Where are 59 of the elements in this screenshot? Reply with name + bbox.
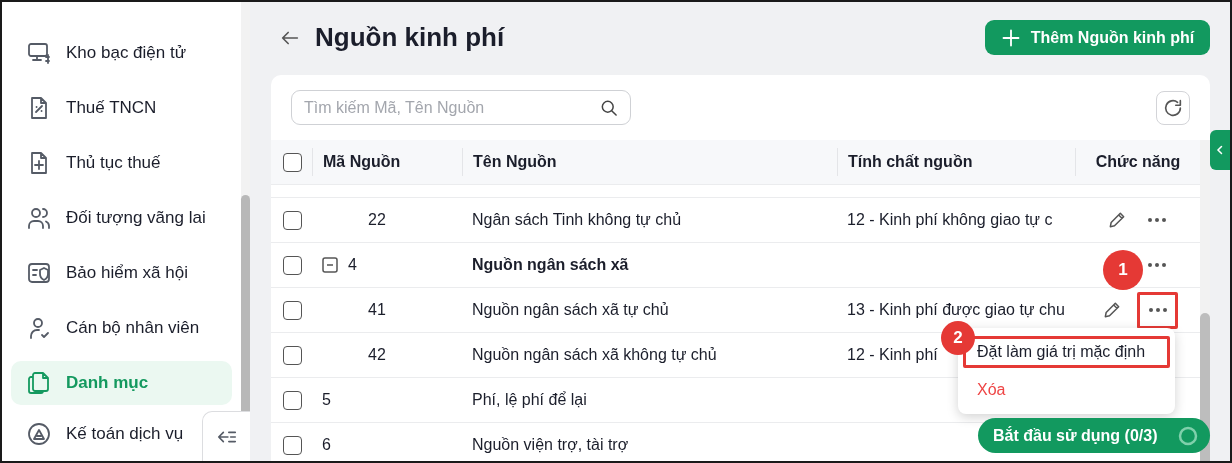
more-icon <box>1147 217 1167 223</box>
sidebar-item[interactable]: Bảo hiểm xã hội <box>11 251 232 295</box>
menu-item[interactable]: Xóa <box>963 374 1170 406</box>
table-cell: Nguồn viện trợ, tài trợ <box>472 436 629 454</box>
users-icon <box>27 206 51 230</box>
table-cell: 5 <box>322 391 331 409</box>
collapse-icon[interactable] <box>322 257 338 273</box>
column-header: Chức năng <box>1095 153 1181 171</box>
collapse-sidebar-button[interactable] <box>202 411 250 461</box>
table-cell: 12 - Kinh phí không giao tự c <box>847 211 1053 229</box>
table-cell: Nguồn ngân sách xã không tự chủ <box>472 346 717 364</box>
sidebar-item[interactable]: Đối tượng vãng lai <box>11 196 232 240</box>
scrollbar-thumb[interactable] <box>241 195 250 411</box>
plus-icon <box>1000 27 1021 48</box>
table-cell: Nguồn ngân sách xã tự chủ <box>472 301 669 319</box>
sidebar-item[interactable]: Kho bạc điện tử <box>11 31 232 75</box>
sidebar-item[interactable]: Thủ tục thuế <box>11 141 232 185</box>
checkbox[interactable] <box>283 345 302 365</box>
checkbox[interactable] <box>283 390 302 410</box>
sidebar-item[interactable]: Thuế TNCN <box>11 86 232 130</box>
checkbox[interactable] <box>283 435 302 455</box>
sidebar-item[interactable]: Cán bộ nhân viên <box>11 306 232 350</box>
refresh-button[interactable] <box>1156 90 1190 125</box>
table-cell: 4 <box>348 256 357 274</box>
pencil-icon <box>1107 210 1127 230</box>
checkbox[interactable] <box>283 300 302 320</box>
progress-ring-icon <box>1178 425 1198 446</box>
table-cell: Phí, lệ phí để lại <box>472 391 587 409</box>
table-cell: 12 - Kinh phí <box>847 346 938 364</box>
page-title: Nguồn kinh phí <box>315 22 505 53</box>
table-cell: 13 - Kinh phí được giao tự chu <box>847 301 1065 319</box>
search-icon[interactable] <box>599 98 619 118</box>
more-icon <box>1147 307 1168 313</box>
side-panel-tab[interactable] <box>1210 130 1230 170</box>
table-cell: Ngân sách Tinh không tự chủ <box>472 211 682 229</box>
step-badge: 1 <box>1103 250 1143 290</box>
table-cell: 22 <box>368 211 386 229</box>
sidebar-item[interactable]: Kế toán dịch vụ <box>11 412 196 456</box>
table-cell: Nguồn ngân sách xã <box>472 256 629 274</box>
user-check-icon <box>27 316 51 340</box>
pencil-icon <box>1102 300 1122 320</box>
more-icon <box>1147 262 1167 268</box>
monitor-dollar-icon <box>27 41 51 65</box>
table-cell: 6 <box>322 436 331 454</box>
triangle-circle-icon <box>27 422 51 446</box>
add-button[interactable]: Thêm Nguồn kinh phí <box>985 20 1210 55</box>
column-header: Tên Nguồn <box>473 153 557 171</box>
checkbox[interactable] <box>283 152 302 172</box>
search-field[interactable]: Tìm kiếm Mã, Tên Nguồn <box>291 90 631 125</box>
shield-card-icon <box>27 261 51 285</box>
table-cell: 41 <box>368 301 386 319</box>
checkbox[interactable] <box>283 255 302 275</box>
start-button[interactable]: Bắt đầu sử dụng (0/3) <box>978 418 1210 453</box>
column-header: Mã Nguồn <box>323 153 401 171</box>
column-header: Tính chất nguồn <box>848 153 973 171</box>
table-cell: 42 <box>368 346 386 364</box>
copy-icon <box>27 371 51 395</box>
checkbox[interactable] <box>283 210 302 230</box>
step-badge: 2 <box>941 321 975 355</box>
